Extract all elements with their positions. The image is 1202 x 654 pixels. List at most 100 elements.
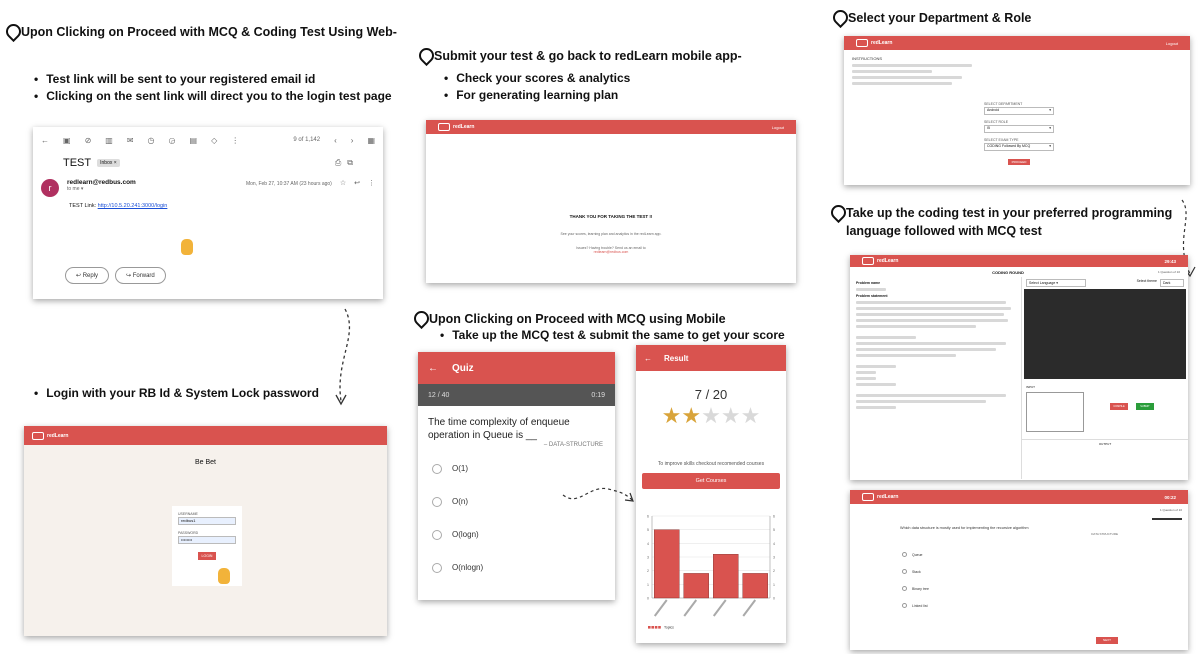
instructions-block: INSTRUCTIONS <box>844 50 1190 85</box>
username-input[interactable]: redbus1 <box>178 517 236 525</box>
language-select[interactable]: Select Language ▾ <box>1026 279 1086 287</box>
password-label: PASSWORD <box>178 531 199 535</box>
radio-icon[interactable] <box>432 562 442 573</box>
radio-icon[interactable] <box>902 603 907 608</box>
radio-icon[interactable] <box>432 463 442 474</box>
step1-bullets: Test link will be sent to your registere… <box>34 71 391 105</box>
label-icon[interactable]: ◇ <box>211 136 217 145</box>
login-screenshot: redLearn Be Bet USERNAME redbus1 PASSWOR… <box>24 426 387 636</box>
prev-icon[interactable]: ‹ <box>334 136 337 145</box>
mail-icon[interactable]: ✉ <box>127 136 134 145</box>
reply-icon[interactable]: ↩ <box>354 179 360 187</box>
mcq-option[interactable]: Stack <box>902 563 1136 580</box>
text-line <box>856 319 1008 322</box>
dashed-arrow <box>562 487 634 502</box>
instruction-line <box>852 76 962 79</box>
text-line <box>856 371 876 374</box>
compile-button[interactable]: COMPILE <box>1110 403 1128 410</box>
username-label: USERNAME <box>178 512 198 516</box>
mcq-option[interactable]: Binary tree <box>902 580 1136 597</box>
pointer-hand-icon <box>181 239 193 255</box>
bar <box>654 529 680 599</box>
x-tick-label <box>742 599 757 617</box>
reply-button[interactable]: ↩ Reply <box>65 267 110 284</box>
forward-button[interactable]: ↪ Forward <box>115 267 166 284</box>
logout-link[interactable]: Logout <box>1166 41 1178 46</box>
next-button[interactable]: NEXT <box>1096 637 1118 644</box>
exam-type-select[interactable]: CODING Followed By MCQ ▾ <box>984 143 1054 151</box>
mcq-option[interactable]: Queue <box>902 546 1136 563</box>
rating-stars: ★★★★★ <box>636 404 786 431</box>
input-box[interactable] <box>1026 392 1084 432</box>
inbox-badge[interactable]: Inbox × <box>97 159 120 167</box>
login-button[interactable]: LOGIN <box>198 552 216 560</box>
quiz-option[interactable]: O(nlogn) <box>432 551 601 584</box>
print-icon[interactable]: ⎙ <box>335 158 341 168</box>
task-icon[interactable]: ◶ <box>169 136 176 145</box>
email-header: r redlearn@redbus.com to me ▾ Mon, Feb 2… <box>33 173 383 203</box>
coding-screenshot: redLearn 29:43 CODING ROUND 1 Question o… <box>850 255 1188 480</box>
step3-bullets: Check your scores & analytics For genera… <box>444 70 630 104</box>
bar <box>683 573 709 599</box>
radio-icon[interactable] <box>902 569 907 574</box>
more-icon[interactable]: ⋮ <box>231 136 239 145</box>
mcq-question: Which data structure is mostly used for … <box>900 526 1029 530</box>
instruction-line <box>852 64 972 67</box>
code-editor[interactable] <box>1024 289 1186 379</box>
more-icon[interactable]: ⋮ <box>368 179 375 187</box>
spam-icon[interactable]: ⊘ <box>85 136 92 145</box>
back-arrow-icon[interactable]: ← <box>41 136 49 145</box>
trash-icon[interactable]: ▥ <box>105 136 113 145</box>
quiz-question: The time complexity of enqueue operation… <box>428 417 570 441</box>
y-tick-label: 0 <box>647 597 649 601</box>
theme-select[interactable]: Dark <box>1160 279 1184 287</box>
coding-titlebar: CODING ROUND 1 Question of 10 <box>850 267 1188 277</box>
archive-icon[interactable]: ▣ <box>63 136 71 145</box>
test-link[interactable]: http://10.5.20.241:3000/login <box>98 203 168 209</box>
mcq-option[interactable]: Linked list <box>902 597 1136 614</box>
step2-heading: Login with your RB Id & System Lock pass… <box>34 385 319 402</box>
email-actions: ↩ Reply ↪ Forward <box>65 267 166 284</box>
y-tick-label: 4 <box>773 542 775 546</box>
quiz-option[interactable]: O(logn) <box>432 518 601 551</box>
text-line <box>856 313 1004 316</box>
department-select[interactable]: Android ▾ <box>984 107 1054 115</box>
support-email-link[interactable]: redlearn@redbus.com <box>426 250 796 254</box>
instructions-title: INSTRUCTIONS <box>852 56 882 61</box>
radio-icon[interactable] <box>432 529 442 540</box>
role-select[interactable]: I5 ▾ <box>984 125 1054 133</box>
text-line <box>856 354 956 357</box>
step6-heading-line2: language followed with MCQ test <box>846 224 1042 238</box>
submit-button[interactable]: SUBMIT <box>1136 403 1154 410</box>
star-icon: ★ <box>661 403 682 428</box>
editor-panel: Select Language ▾ Select theme Dark INPUT… <box>1022 277 1188 479</box>
y-tick-label: 5 <box>773 528 775 532</box>
proceed-button[interactable]: PROCEED <box>1008 159 1030 165</box>
password-input[interactable]: •••••••• <box>178 536 236 544</box>
get-courses-button[interactable]: Get Courses <box>642 473 780 489</box>
radio-icon[interactable] <box>902 586 907 591</box>
radio-icon[interactable] <box>432 496 442 507</box>
location-pin-icon <box>6 24 17 38</box>
link-label: TEST Link: <box>69 203 97 209</box>
location-pin-icon <box>419 48 430 62</box>
problem-name-label: Problem name <box>856 281 881 285</box>
legend-label: Topics <box>664 625 674 629</box>
sender-email: redlearn@redbus.com <box>67 179 136 186</box>
clock-icon[interactable]: ◷ <box>148 136 155 145</box>
recipient[interactable]: to me ▾ <box>67 186 238 192</box>
y-tick-label: 1 <box>773 583 775 587</box>
y-tick-label: 6 <box>647 515 649 519</box>
radio-icon[interactable] <box>902 552 907 557</box>
star-icon[interactable]: ☆ <box>340 179 346 187</box>
open-new-icon[interactable]: ⧉ <box>347 158 353 168</box>
quiz-status-bar: 12 / 40 0:19 <box>418 384 615 406</box>
coding-timer: 29:43 <box>1164 258 1176 264</box>
back-arrow-icon[interactable]: ← <box>644 354 652 363</box>
move-icon[interactable]: ▤ <box>190 136 198 145</box>
keyboard-icon[interactable]: ▦ <box>367 136 375 145</box>
next-icon[interactable]: › <box>351 136 354 145</box>
logout-link[interactable]: Logout <box>772 125 784 130</box>
text-line <box>856 336 916 339</box>
back-arrow-icon[interactable]: ← <box>428 363 438 374</box>
